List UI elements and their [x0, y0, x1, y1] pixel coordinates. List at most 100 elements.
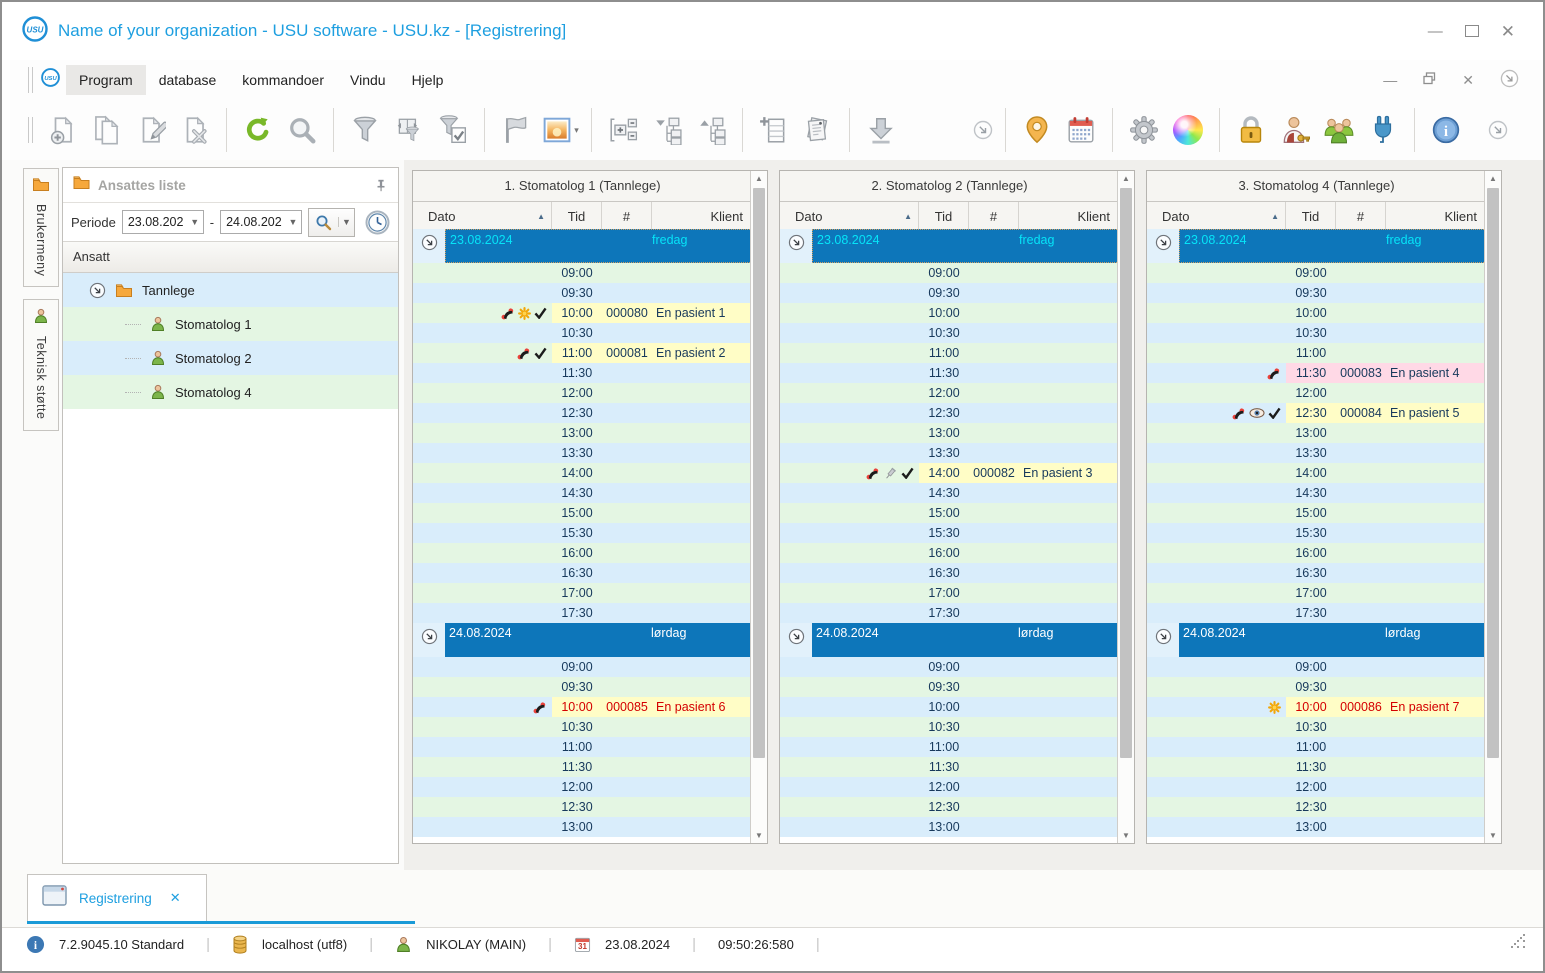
search-dropdown-arrow-icon[interactable]: ▼: [338, 217, 354, 227]
time-slot-row[interactable]: 11:00: [1147, 737, 1486, 757]
scroll-down-icon[interactable]: ▼: [751, 828, 767, 843]
clock-button[interactable]: [365, 210, 390, 235]
report-icon[interactable]: [796, 108, 840, 152]
side-tab-brukermeny[interactable]: Brukermeny: [23, 168, 59, 288]
calendar-icon[interactable]: [1059, 108, 1103, 152]
header-number[interactable]: #: [602, 202, 652, 230]
time-slot-row[interactable]: 14:30: [780, 483, 1119, 503]
appointment-row[interactable]: 12:30 000084 En pasient 5: [1147, 403, 1486, 423]
time-slot-row[interactable]: 14:00: [1147, 463, 1486, 483]
mdi-minimize-button[interactable]: —: [1383, 72, 1397, 88]
time-slot-row[interactable]: 09:30: [413, 283, 752, 303]
time-slot-row[interactable]: 11:00: [1147, 343, 1486, 363]
time-slot-row[interactable]: 09:00: [1147, 657, 1486, 677]
menu-item-program[interactable]: Program: [66, 65, 146, 95]
time-slot-row[interactable]: 11:30: [780, 363, 1119, 383]
time-slot-row[interactable]: 16:00: [780, 543, 1119, 563]
download-icon[interactable]: [859, 108, 903, 152]
time-slot-row[interactable]: 09:00: [780, 657, 1119, 677]
info-icon[interactable]: i: [1424, 108, 1468, 152]
header-klient[interactable]: Klient: [652, 202, 752, 230]
date-banner-body[interactable]: 23.08.2024 fredag: [1179, 229, 1486, 263]
time-slot-row[interactable]: 13:30: [1147, 443, 1486, 463]
date-banner[interactable]: 24.08.2024 lørdag: [1147, 623, 1486, 657]
time-slot-row[interactable]: 13:00: [780, 423, 1119, 443]
time-slot-row[interactable]: 16:30: [1147, 563, 1486, 583]
time-slot-row[interactable]: 09:30: [413, 677, 752, 697]
tab-registrering[interactable]: Registrering ✕: [27, 874, 207, 921]
header-dato[interactable]: Dato ▲: [413, 202, 552, 230]
date-banner[interactable]: 24.08.2024 lørdag: [413, 623, 752, 657]
time-slot-row[interactable]: 09:00: [413, 657, 752, 677]
date-banner[interactable]: 23.08.2024 fredag: [1147, 229, 1486, 263]
time-slot-row[interactable]: 14:30: [413, 483, 752, 503]
time-slot-row[interactable]: 10:00: [780, 697, 1119, 717]
menu-item-database[interactable]: database: [146, 65, 230, 95]
edit-record-icon[interactable]: [129, 108, 173, 152]
time-slot-row[interactable]: 12:30: [780, 403, 1119, 423]
side-tab-teknisk-st-tte[interactable]: Teknisk støtte: [23, 299, 59, 431]
tab-close-icon[interactable]: ✕: [170, 890, 181, 906]
minimize-button[interactable]: —: [1428, 24, 1443, 39]
time-slot-row[interactable]: 13:00: [1147, 423, 1486, 443]
time-slot-row[interactable]: 17:30: [1147, 603, 1486, 623]
time-slot-row[interactable]: 16:30: [413, 563, 752, 583]
time-slot-row[interactable]: 11:30: [413, 757, 752, 777]
expand-groups-icon[interactable]: [601, 108, 645, 152]
time-slot-row[interactable]: 11:30: [413, 363, 752, 383]
time-slot-row[interactable]: 10:30: [1147, 323, 1486, 343]
dropdown-arrow-icon[interactable]: ▾: [574, 125, 579, 136]
color-wheel-icon[interactable]: [1166, 108, 1210, 152]
flag-icon[interactable]: [494, 108, 538, 152]
time-slot-row[interactable]: 16:00: [1147, 543, 1486, 563]
time-slot-row[interactable]: 12:30: [780, 797, 1119, 817]
circle-arrow-icon[interactable]: [1155, 628, 1172, 645]
time-slot-row[interactable]: 14:00: [413, 463, 752, 483]
time-slot-row[interactable]: 10:00: [780, 303, 1119, 323]
time-slot-row[interactable]: 15:30: [1147, 523, 1486, 543]
menu-overflow-icon[interactable]: [1500, 69, 1519, 91]
time-slot-row[interactable]: 11:30: [780, 757, 1119, 777]
resize-grip-icon[interactable]: [1511, 934, 1527, 950]
collapse-tree-icon[interactable]: [645, 108, 689, 152]
date-from-field[interactable]: 23.08.202 ▼: [121, 210, 204, 234]
copy-record-icon[interactable]: [85, 108, 129, 152]
vertical-scrollbar[interactable]: ▲ ▼: [1117, 171, 1134, 843]
time-slot-row[interactable]: 12:00: [780, 777, 1119, 797]
time-slot-row[interactable]: 13:00: [780, 817, 1119, 837]
time-slot-row[interactable]: 12:00: [413, 777, 752, 797]
time-slot-row[interactable]: 09:30: [1147, 283, 1486, 303]
time-slot-row[interactable]: 17:00: [413, 583, 752, 603]
time-slot-row[interactable]: 10:30: [413, 323, 752, 343]
time-slot-row[interactable]: 10:30: [780, 717, 1119, 737]
filter-panel-icon[interactable]: [387, 108, 431, 152]
time-slot-row[interactable]: 09:30: [780, 677, 1119, 697]
time-slot-row[interactable]: 09:30: [1147, 677, 1486, 697]
scroll-down-icon[interactable]: ▼: [1485, 828, 1501, 843]
time-slot-row[interactable]: 13:00: [413, 423, 752, 443]
header-dato[interactable]: Dato ▲: [1147, 202, 1286, 230]
chevron-down-icon[interactable]: ▼: [285, 217, 301, 227]
image-view-icon[interactable]: ▾: [538, 108, 582, 152]
expand-collapse-icon[interactable]: [89, 282, 106, 299]
date-banner-body[interactable]: 24.08.2024 lørdag: [812, 623, 1119, 657]
header-tid[interactable]: Tid: [1286, 202, 1336, 230]
date-banner-body[interactable]: 23.08.2024 fredag: [445, 229, 752, 263]
time-slot-row[interactable]: 13:30: [413, 443, 752, 463]
time-slot-row[interactable]: 11:00: [780, 737, 1119, 757]
time-slot-row[interactable]: 15:00: [780, 503, 1119, 523]
time-slot-row[interactable]: 10:00: [1147, 303, 1486, 323]
chevron-down-icon[interactable]: ▼: [187, 217, 203, 227]
filter-apply-icon[interactable]: [431, 108, 475, 152]
tree-item-stomatolog-4[interactable]: Stomatolog 4: [63, 375, 398, 409]
refresh-icon[interactable]: [236, 108, 280, 152]
header-tid[interactable]: Tid: [552, 202, 602, 230]
users-group-icon[interactable]: [1317, 108, 1361, 152]
chevron-circle-icon[interactable]: [970, 108, 996, 152]
time-slot-row[interactable]: 09:00: [780, 263, 1119, 283]
appointment-row[interactable]: 14:00 000082 En pasient 3: [780, 463, 1119, 483]
date-banner[interactable]: 23.08.2024 fredag: [413, 229, 752, 263]
circle-arrow-icon[interactable]: [421, 234, 438, 251]
scroll-thumb[interactable]: [1120, 188, 1132, 758]
time-slot-row[interactable]: 09:00: [413, 263, 752, 283]
